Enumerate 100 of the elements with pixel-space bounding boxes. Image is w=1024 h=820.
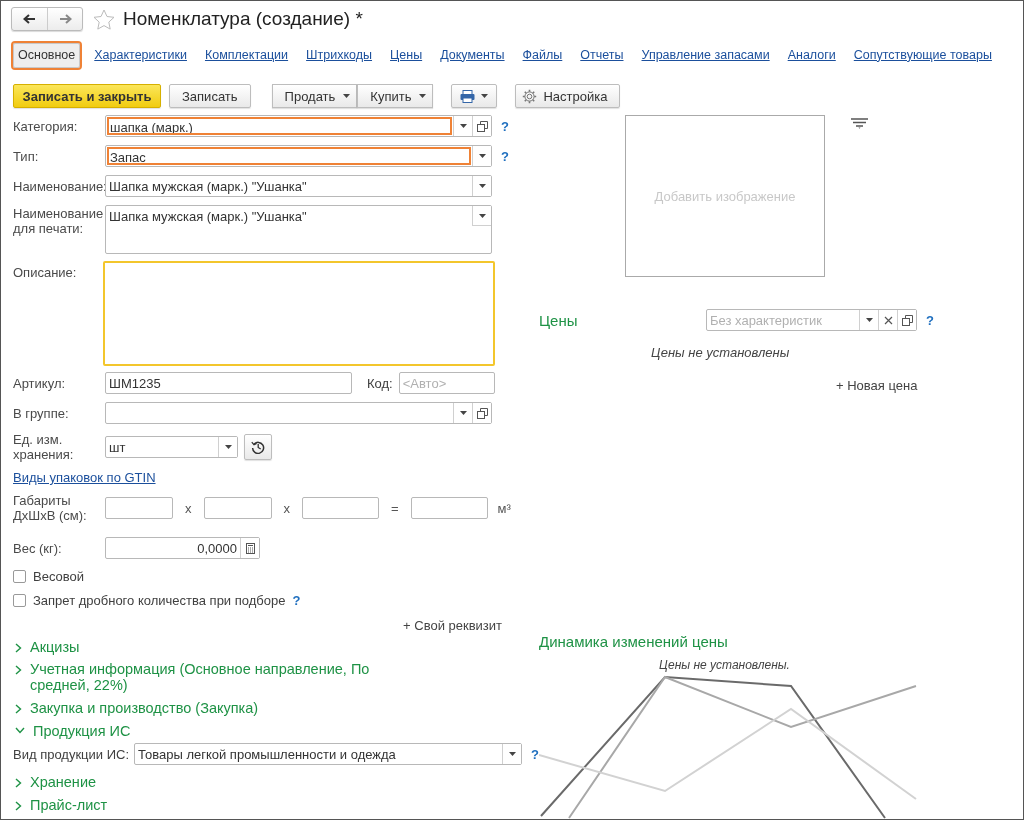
field-label: Наименование для печати: [13,205,105,236]
section-header[interactable]: Прайс-лист [30,797,108,813]
caret-icon [459,411,467,415]
empty-message: Цены не установлены [651,345,790,360]
gtin-link[interactable]: Виды упаковок по GTIN [13,470,156,485]
caret-icon [459,124,467,128]
field-label: Габариты ДхШхВ (см): [13,493,88,523]
print-button[interactable] [451,84,498,108]
product-type-field[interactable]: Товары легкой промышленности и одежда [134,743,523,765]
weight-field[interactable]: 0,0000 [105,537,260,559]
section-header[interactable]: Закупка и производство (Закупка) [30,700,259,716]
section-header[interactable]: Хранение [30,774,97,790]
open-window-icon [476,120,488,132]
help-icon[interactable]: ? [501,148,509,164]
article-field[interactable]: ШМ1235 [105,372,352,394]
field-label: Тип: [13,148,40,164]
open-button[interactable] [897,310,916,330]
dimension-field[interactable] [410,497,488,519]
help-icon[interactable]: ? [292,592,301,608]
nav-button-group[interactable] [11,7,83,31]
section-header[interactable]: Акцизы [30,639,80,655]
field-label: Описание: [13,264,78,280]
tab[interactable]: Основное [13,42,81,68]
close-icon [883,315,893,325]
new-price-link[interactable]: + Новая цена [836,378,918,393]
dropdown-button[interactable] [472,146,491,166]
tab[interactable]: Характеристики [90,42,191,68]
checkbox[interactable] [13,593,26,607]
save-and-close-button[interactable]: Записать и закрыть [13,84,161,108]
group-field[interactable] [105,402,492,424]
unit-label: м³ [497,500,511,516]
operator-sign: х [185,500,192,516]
section-title: Цены [539,311,579,329]
field-label: Ед. изм. хранения: [13,432,75,462]
tab[interactable]: Комплектации [200,42,293,68]
caret-icon [481,94,489,98]
window-title: Номенклатура (создание) * [123,8,363,30]
combo-field[interactable]: Запас [105,145,492,167]
caret-icon [478,184,486,188]
gear-icon [522,88,538,104]
save-button[interactable]: Записать [169,84,251,108]
dimension-field[interactable] [302,497,379,519]
help-icon[interactable]: ? [926,312,934,328]
tab[interactable]: Файлы [518,42,567,68]
dimension-field[interactable] [105,497,173,519]
help-icon[interactable]: ? [531,746,539,762]
open-button[interactable] [472,116,491,136]
checkbox-label: Запрет дробного количества при подборе [33,592,286,608]
star-icon[interactable] [93,8,115,30]
caret-icon [343,94,351,98]
filter-icon[interactable] [851,118,868,129]
tab[interactable]: Отчеты [576,42,628,68]
add-attribute-link[interactable]: + Свой реквизит [403,618,502,633]
field-label: Наименование: [13,178,105,194]
settings-button[interactable]: Настройка [515,84,621,108]
field-label: В группе: [13,405,70,421]
menu-button[interactable]: Купить [357,84,434,108]
field-label: Вид продукции ИС: [13,746,130,762]
caret-icon [224,445,232,449]
back-arrow-icon [23,14,36,24]
field-label: Вес (кг): [13,540,63,556]
section-header[interactable]: Продукция ИС [33,723,131,739]
checkbox-label: Весовой [33,568,85,584]
dimension-field[interactable] [203,497,272,519]
dropdown-button[interactable] [502,744,522,764]
operator-sign: х [283,500,290,516]
description-field[interactable] [103,261,495,366]
tab[interactable]: Сопутствующие товары [849,42,996,68]
printer-icon [460,89,476,103]
caret-icon [419,94,427,98]
dropdown-button[interactable] [472,206,491,226]
caret-icon [478,154,486,158]
caret-icon [865,318,873,322]
checkbox[interactable] [13,569,26,583]
text-field[interactable]: Шапка мужская (марк.) "Ушанка" [105,205,492,254]
tab[interactable]: Аналоги [783,42,840,68]
unit-field[interactable]: шт [105,436,238,458]
field-label: Артикул: [13,375,67,391]
caret-icon [508,752,516,756]
section-title: Динамика изменений цены [539,633,729,650]
empty-message: Цены не установлены. [659,658,790,672]
tab[interactable]: Документы [436,42,509,68]
field-label: Категория: [13,118,79,134]
tab[interactable]: Цены [386,42,427,68]
history-icon [251,440,265,454]
history-button[interactable] [244,434,272,460]
dropdown-button[interactable] [472,176,491,196]
open-button[interactable] [472,403,491,423]
tab[interactable]: Управление запасами [637,42,774,68]
open-window-icon [476,407,488,419]
open-window-icon [901,314,913,326]
caret-icon [478,213,486,218]
tab[interactable]: Штрихкоды [302,42,377,68]
combo-field[interactable]: Шапка мужская (марк.) "Ушанка" [105,175,492,197]
calculator-icon [245,542,255,554]
calculator-button[interactable] [240,538,259,558]
dropdown-button[interactable] [218,437,237,457]
help-icon[interactable]: ? [501,118,509,134]
section-header[interactable]: Учетная информация (Основное направление, По средней, 22%) [30,661,390,693]
menu-button[interactable]: Продать [271,84,358,108]
